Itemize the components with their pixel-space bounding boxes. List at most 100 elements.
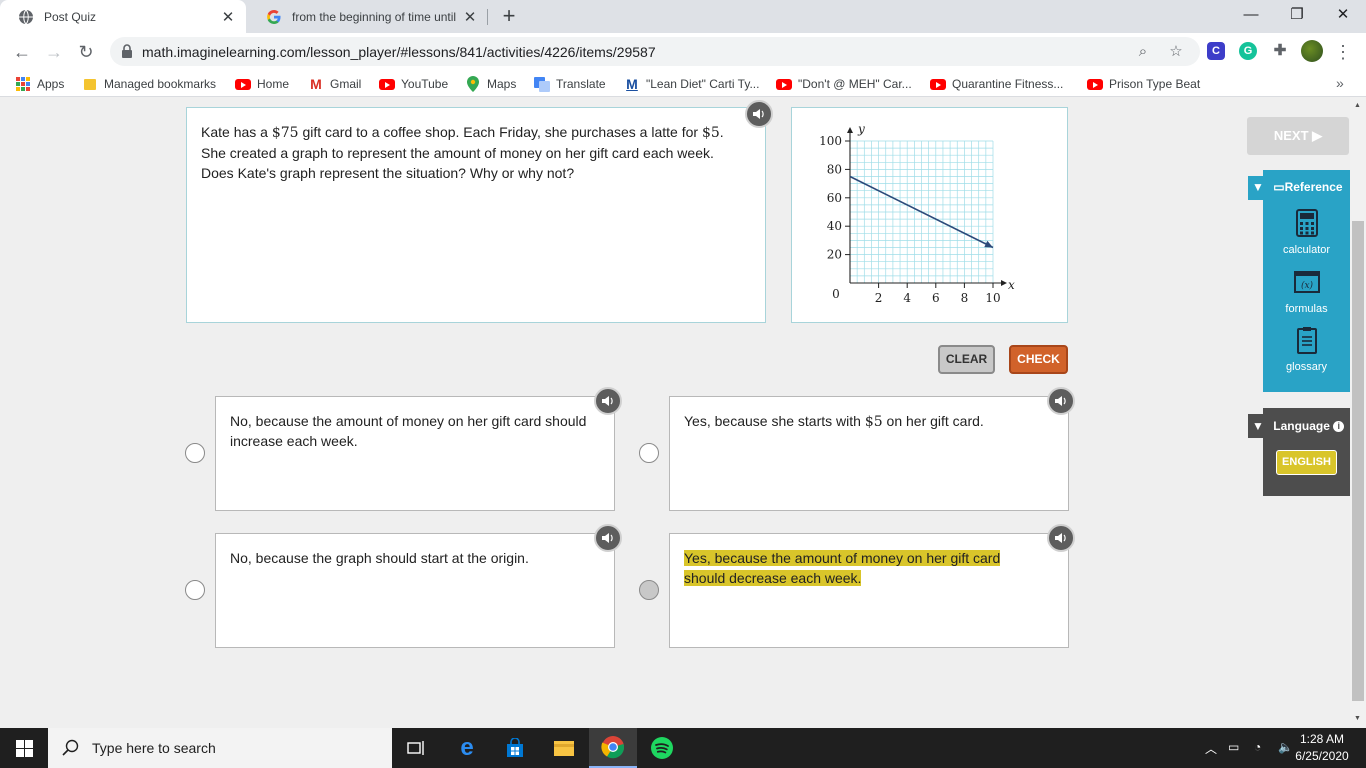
choice-b-audio-button[interactable] [1047,387,1075,415]
bookmark-star-icon[interactable]: ☆ [1166,42,1186,62]
language-header[interactable]: ▼ Language i [1252,419,1345,433]
y-axis-arrow [847,127,853,133]
choice-text: No, because the graph should start at th… [230,550,529,566]
choice-b-radio[interactable] [639,443,659,463]
maps-icon [465,76,481,92]
y-tick-label: 60 [827,191,842,205]
new-tab-icon[interactable]: + [499,5,519,27]
speaker-icon [1055,396,1066,406]
bookmark-quarantine-fitness[interactable]: Quarantine Fitness... [930,75,1063,93]
bookmark-youtube[interactable]: YouTube [379,75,448,93]
extension-c-icon[interactable]: C [1207,42,1225,60]
choice-text: Yes, because the amount of money on her … [684,548,1014,588]
task-view-icon[interactable] [392,728,440,768]
question-audio-button[interactable] [745,100,773,128]
bookmark-lean-diet[interactable]: M "Lean Diet" Carti Ty... [624,75,759,93]
wifi-icon[interactable]: ◔ [1254,740,1261,754]
microsoft-store-icon[interactable] [491,728,539,768]
formulas-tool[interactable]: (x) formulas [1263,268,1350,315]
show-hidden-icons[interactable]: ︿ [1205,740,1217,757]
google-icon [266,9,282,25]
close-tab-icon[interactable]: ✕ [220,8,236,26]
x-tick-label: 10 [985,291,1000,305]
calculator-label: calculator [1282,244,1331,256]
x-tick-label: 4 [903,291,911,305]
speaker-icon [753,109,764,119]
tab-google-search[interactable]: from the beginning of time until ✕ [248,0,488,33]
bookmark-label: Maps [487,77,517,91]
spotify-icon[interactable] [638,728,686,768]
choice-a[interactable]: No, because the amount of money on her g… [215,396,615,511]
forward-icon[interactable]: → [43,41,65,63]
bookmark-gmail[interactable]: M Gmail [308,75,361,93]
bookmark-managed[interactable]: Managed bookmarks [82,75,216,93]
close-window-icon[interactable]: ✕ [1320,0,1366,30]
close-tab-icon[interactable]: ✕ [462,8,478,26]
y-tick-label: 20 [827,248,842,262]
clear-button[interactable]: CLEAR [938,345,995,374]
page-scrollbar[interactable]: ▲ ▼ [1350,97,1366,728]
volume-icon[interactable]: 🔈 [1278,740,1293,754]
x-tick-label: 2 [875,291,883,305]
profile-avatar[interactable] [1301,40,1323,62]
y-tick-label: 100 [819,134,842,148]
formulas-label: formulas [1285,303,1328,315]
choice-a-radio[interactable] [185,443,205,463]
choice-b[interactable]: Yes, because she starts with $5 on her g… [669,396,1069,511]
choice-d[interactable]: Yes, because the amount of money on her … [669,533,1069,648]
choice-c[interactable]: No, because the graph should start at th… [215,533,615,648]
choice-d-audio-button[interactable] [1047,524,1075,552]
system-clock[interactable]: 1:28 AM 6/25/2020 [1292,731,1352,765]
restore-icon[interactable]: ❐ [1274,0,1320,30]
minimize-icon[interactable]: — [1228,0,1274,30]
choice-c-audio-button[interactable] [594,524,622,552]
bookmark-maps[interactable]: Maps [465,75,516,93]
menu-kebab-icon[interactable]: ⋮ [1334,41,1352,63]
bookmark-apps[interactable]: Apps [15,75,64,93]
battery-icon[interactable]: ▭ [1228,740,1239,754]
taskbar-search-box[interactable]: Type here to search [48,728,392,768]
english-language-button[interactable]: ENGLISH [1276,450,1337,475]
info-icon[interactable]: i [1333,421,1345,433]
graph-panel: 20 40 60 80 100 2 4 6 8 10 0 y x [791,107,1068,323]
tab-divider [487,9,488,25]
bookmark-dont-meh[interactable]: "Don't @ MEH" Car... [776,75,912,93]
youtube-icon [930,76,946,92]
windows-start-button[interactable] [0,728,48,768]
lesson-page: Kate has a $75 gift card to a coffee sho… [0,97,1350,728]
svg-text:(x): (x) [1300,280,1313,291]
tab-post-quiz[interactable]: Post Quiz ✕ [0,0,246,33]
scrollbar-thumb[interactable] [1352,221,1364,701]
tab-title: Post Quiz [44,9,97,24]
scroll-down-icon[interactable]: ▼ [1354,715,1361,722]
reload-icon[interactable]: ↻ [75,41,97,63]
bookmark-translate[interactable]: Translate [534,75,606,93]
extensions-puzzle-icon[interactable]: ✚ [1271,42,1289,60]
choice-text: No, because the amount of money on her g… [230,413,587,449]
bookmark-label: Apps [37,77,65,91]
grammarly-icon[interactable]: G [1239,42,1257,60]
reference-header[interactable]: ▼ ▭Reference [1252,180,1343,194]
bookmark-label: Managed bookmarks [104,77,217,91]
address-bar[interactable]: math.imaginelearning.com/lesson_player/#… [110,37,1200,66]
translate-icon [534,76,550,92]
choice-a-audio-button[interactable] [594,387,622,415]
file-explorer-icon[interactable] [540,728,588,768]
choice-c-radio[interactable] [185,580,205,600]
calculator-tool[interactable]: calculator [1263,209,1350,256]
y-axis-label: y [857,122,865,136]
edge-icon[interactable]: e [443,728,491,768]
bookmark-prison-type-beat[interactable]: Prison Type Beat [1087,75,1200,93]
check-button[interactable]: CHECK [1009,345,1068,374]
glossary-tool[interactable]: glossary [1263,326,1350,373]
bookmark-home[interactable]: Home [235,75,289,93]
next-button[interactable]: NEXT ▶ [1247,117,1349,155]
highlighted-answer-text: Yes, because the amount of money on her … [684,550,1001,586]
scroll-up-icon[interactable]: ▲ [1354,102,1361,109]
zoom-icon[interactable]: ⌕ [1133,42,1153,62]
choice-d-radio[interactable] [639,580,659,600]
chrome-taskbar-icon[interactable] [589,728,637,768]
more-bookmarks-icon[interactable]: » [1336,75,1344,91]
back-icon[interactable]: ← [11,41,33,63]
book-icon: ▭ [1273,180,1285,194]
